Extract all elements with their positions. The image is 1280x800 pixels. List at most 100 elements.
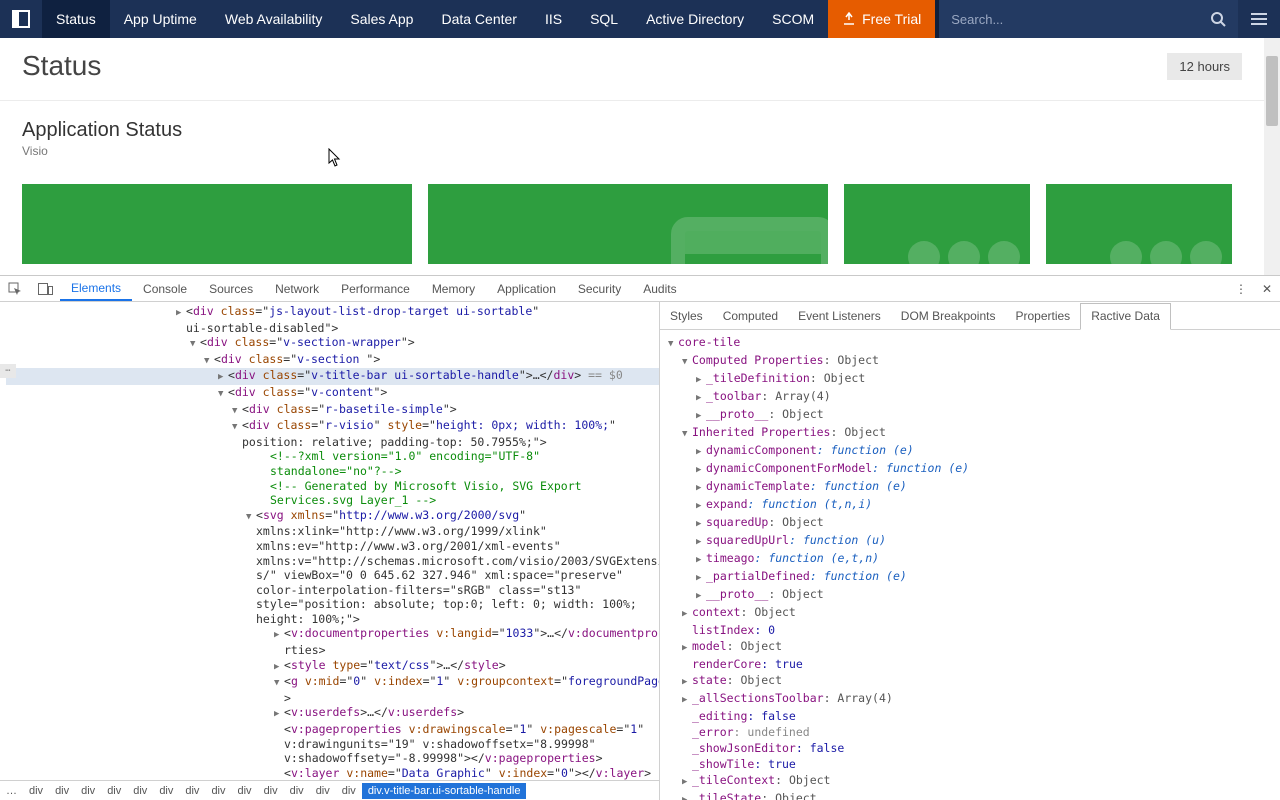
- side-tab-event-listeners[interactable]: Event Listeners: [788, 302, 891, 329]
- inspect-icon[interactable]: [0, 282, 30, 296]
- side-tab-dom-breakpoints[interactable]: DOM Breakpoints: [891, 302, 1006, 329]
- breadcrumb-item[interactable]: div: [284, 785, 310, 797]
- dom-node[interactable]: <div class="v-content">: [6, 385, 659, 402]
- ractive-property[interactable]: _showJsonEditor: false: [668, 740, 1272, 756]
- dom-node[interactable]: <div class="js-layout-list-drop-target u…: [6, 304, 659, 335]
- ractive-property[interactable]: Inherited Properties: Object: [668, 424, 1272, 442]
- side-tab-ractive-data[interactable]: Ractive Data: [1080, 303, 1171, 330]
- dom-node[interactable]: <div class="v-section-wrapper">: [6, 335, 659, 352]
- breadcrumb-item[interactable]: div: [232, 785, 258, 797]
- breadcrumb-item[interactable]: div: [127, 785, 153, 797]
- dom-breadcrumbs[interactable]: …divdivdivdivdivdivdivdivdivdivdivdivdiv…: [0, 780, 659, 800]
- breadcrumb-item[interactable]: div: [310, 785, 336, 797]
- app-logo[interactable]: [0, 0, 42, 38]
- dom-node[interactable]: <v:pageproperties v:drawingscale="1" v:p…: [6, 722, 659, 766]
- devtools-tab-network[interactable]: Network: [264, 276, 330, 301]
- dom-node[interactable]: <div class="v-section ">: [6, 352, 659, 369]
- ractive-property[interactable]: _showTile: true: [668, 756, 1272, 772]
- nav-item-status[interactable]: Status: [42, 0, 110, 38]
- ractive-property[interactable]: _editing: false: [668, 708, 1272, 724]
- nav-item-active-directory[interactable]: Active Directory: [632, 0, 758, 38]
- ractive-data-panel[interactable]: core-tileComputed Properties: Object_til…: [660, 330, 1280, 800]
- ractive-property[interactable]: timeago: function (e,t,n): [668, 550, 1272, 568]
- search-box[interactable]: [939, 0, 1238, 38]
- ractive-property[interactable]: squaredUp: Object: [668, 514, 1272, 532]
- close-devtools-icon[interactable]: ✕: [1254, 282, 1280, 296]
- page-scrollbar[interactable]: [1264, 38, 1280, 275]
- device-icon[interactable]: [30, 283, 60, 295]
- ractive-property[interactable]: dynamicComponent: function (e): [668, 442, 1272, 460]
- ractive-property[interactable]: __proto__: Object: [668, 406, 1272, 424]
- dom-node[interactable]: <style type="text/css">…</style>: [6, 658, 659, 675]
- nav-item-app-uptime[interactable]: App Uptime: [110, 0, 211, 38]
- dom-node[interactable]: <svg xmlns="http://www.w3.org/2000/svg"x…: [6, 508, 659, 627]
- breadcrumb-item[interactable]: div.v-title-bar.ui-sortable-handle: [362, 783, 527, 799]
- nav-item-sql[interactable]: SQL: [576, 0, 632, 38]
- nav-item-scom[interactable]: SCOM: [758, 0, 828, 38]
- search-input[interactable]: [951, 12, 1210, 27]
- ractive-property[interactable]: _tileState: Object: [668, 790, 1272, 800]
- ractive-property[interactable]: expand: function (t,n,i): [668, 496, 1272, 514]
- dom-node[interactable]: <!--?xml version="1.0" encoding="UTF-8"s…: [6, 449, 659, 478]
- breadcrumb-item[interactable]: div: [23, 785, 49, 797]
- nav-item-iis[interactable]: IIS: [531, 0, 576, 38]
- status-tile[interactable]: [22, 184, 412, 264]
- dom-node[interactable]: <v:documentproperties v:langid="1033">…<…: [6, 626, 659, 657]
- dom-node[interactable]: <g v:mid="0" v:index="1" v:groupcontext=…: [6, 674, 659, 705]
- status-tile[interactable]: [1046, 184, 1232, 264]
- dom-node[interactable]: <v:layer v:name="Data Graphic" v:index="…: [6, 766, 659, 780]
- status-tile[interactable]: [844, 184, 1030, 264]
- ractive-property[interactable]: _toolbar: Array(4): [668, 388, 1272, 406]
- ractive-property[interactable]: Computed Properties: Object: [668, 352, 1272, 370]
- ractive-property[interactable]: _tileContext: Object: [668, 772, 1272, 790]
- ractive-property[interactable]: _error: undefined: [668, 724, 1272, 740]
- ractive-property[interactable]: core-tile: [668, 334, 1272, 352]
- breadcrumb-item[interactable]: div: [101, 785, 127, 797]
- nav-item-data-center[interactable]: Data Center: [427, 0, 530, 38]
- breadcrumb-item[interactable]: div: [179, 785, 205, 797]
- side-tab-computed[interactable]: Computed: [713, 302, 788, 329]
- breadcrumb-item[interactable]: div: [49, 785, 75, 797]
- devtools-tab-security[interactable]: Security: [567, 276, 632, 301]
- breadcrumb-item[interactable]: div: [205, 785, 231, 797]
- search-icon[interactable]: [1210, 11, 1226, 27]
- ractive-property[interactable]: _partialDefined: function (e): [668, 568, 1272, 586]
- elements-tree[interactable]: ⋯ <div class="js-layout-list-drop-target…: [0, 302, 659, 780]
- devtools-tab-audits[interactable]: Audits: [632, 276, 687, 301]
- kebab-menu-icon[interactable]: ⋮: [1228, 282, 1254, 296]
- devtools-tab-elements[interactable]: Elements: [60, 276, 132, 301]
- ractive-property[interactable]: model: Object: [668, 638, 1272, 656]
- devtools-tab-console[interactable]: Console: [132, 276, 198, 301]
- status-tile[interactable]: [428, 184, 828, 264]
- ractive-property[interactable]: _tileDefinition: Object: [668, 370, 1272, 388]
- devtools-tab-performance[interactable]: Performance: [330, 276, 421, 301]
- dom-node[interactable]: <!-- Generated by Microsoft Visio, SVG E…: [6, 479, 659, 508]
- devtools-tab-application[interactable]: Application: [486, 276, 567, 301]
- dom-node[interactable]: <div class="r-basetile-simple">: [6, 402, 659, 419]
- devtools-tab-memory[interactable]: Memory: [421, 276, 486, 301]
- ractive-property[interactable]: state: Object: [668, 672, 1272, 690]
- devtools-tab-sources[interactable]: Sources: [198, 276, 264, 301]
- ractive-property[interactable]: dynamicTemplate: function (e): [668, 478, 1272, 496]
- time-range-button[interactable]: 12 hours: [1167, 53, 1242, 80]
- breadcrumb-item[interactable]: div: [153, 785, 179, 797]
- breadcrumb-item[interactable]: …: [0, 785, 23, 797]
- breadcrumb-item[interactable]: div: [75, 785, 101, 797]
- dom-node[interactable]: <div class="r-visio" style="height: 0px;…: [6, 418, 659, 449]
- breadcrumb-item[interactable]: div: [336, 785, 362, 797]
- dom-node[interactable]: <div class="v-title-bar ui-sortable-hand…: [6, 368, 659, 385]
- dom-node[interactable]: <v:userdefs>…</v:userdefs>: [6, 705, 659, 722]
- ractive-property[interactable]: renderCore: true: [668, 656, 1272, 672]
- ractive-property[interactable]: listIndex: 0: [668, 622, 1272, 638]
- side-tab-styles[interactable]: Styles: [660, 302, 713, 329]
- ractive-property[interactable]: __proto__: Object: [668, 586, 1272, 604]
- breadcrumb-item[interactable]: div: [258, 785, 284, 797]
- hamburger-menu-icon[interactable]: [1238, 0, 1280, 38]
- nav-item-sales-app[interactable]: Sales App: [336, 0, 427, 38]
- ractive-property[interactable]: context: Object: [668, 604, 1272, 622]
- free-trial-button[interactable]: Free Trial: [828, 0, 935, 38]
- ractive-property[interactable]: squaredUpUrl: function (u): [668, 532, 1272, 550]
- side-tab-properties[interactable]: Properties: [1005, 302, 1080, 329]
- ractive-property[interactable]: dynamicComponentForModel: function (e): [668, 460, 1272, 478]
- ractive-property[interactable]: _allSectionsToolbar: Array(4): [668, 690, 1272, 708]
